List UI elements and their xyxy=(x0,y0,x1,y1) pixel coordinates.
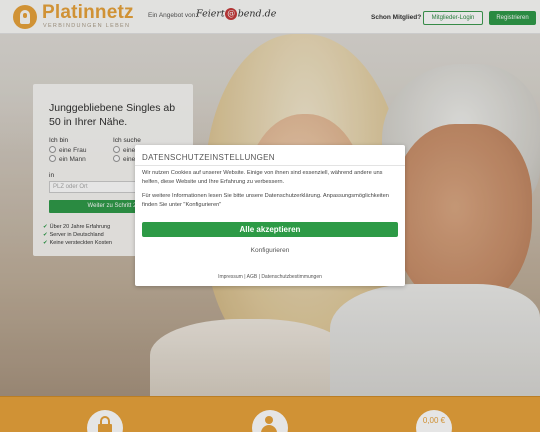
accept-all-button[interactable]: Alle akzeptieren xyxy=(142,222,398,237)
consent-title: DATENSCHUTZEINSTELLUNGEN xyxy=(142,153,275,162)
consent-text: Wir nutzen Cookies auf unserer Website. … xyxy=(142,170,383,185)
configure-link[interactable]: Konfigurieren xyxy=(135,247,405,254)
link-separator: | xyxy=(244,274,246,280)
imprint-link[interactable]: Impressum xyxy=(218,274,243,280)
privacy-link[interactable]: Datenschutzbestimmungen xyxy=(261,274,322,280)
terms-link[interactable]: AGB xyxy=(247,274,258,280)
link-separator: | xyxy=(258,274,260,280)
consent-info-text: Für weitere Informationen lesen Sie bitt… xyxy=(142,193,389,208)
divider xyxy=(135,165,405,166)
consent-footer-links: Impressum | AGB | Datenschutzbestimmunge… xyxy=(135,274,405,280)
cookie-consent-dialog: DATENSCHUTZEINSTELLUNGEN Wir nutzen Cook… xyxy=(135,145,405,286)
